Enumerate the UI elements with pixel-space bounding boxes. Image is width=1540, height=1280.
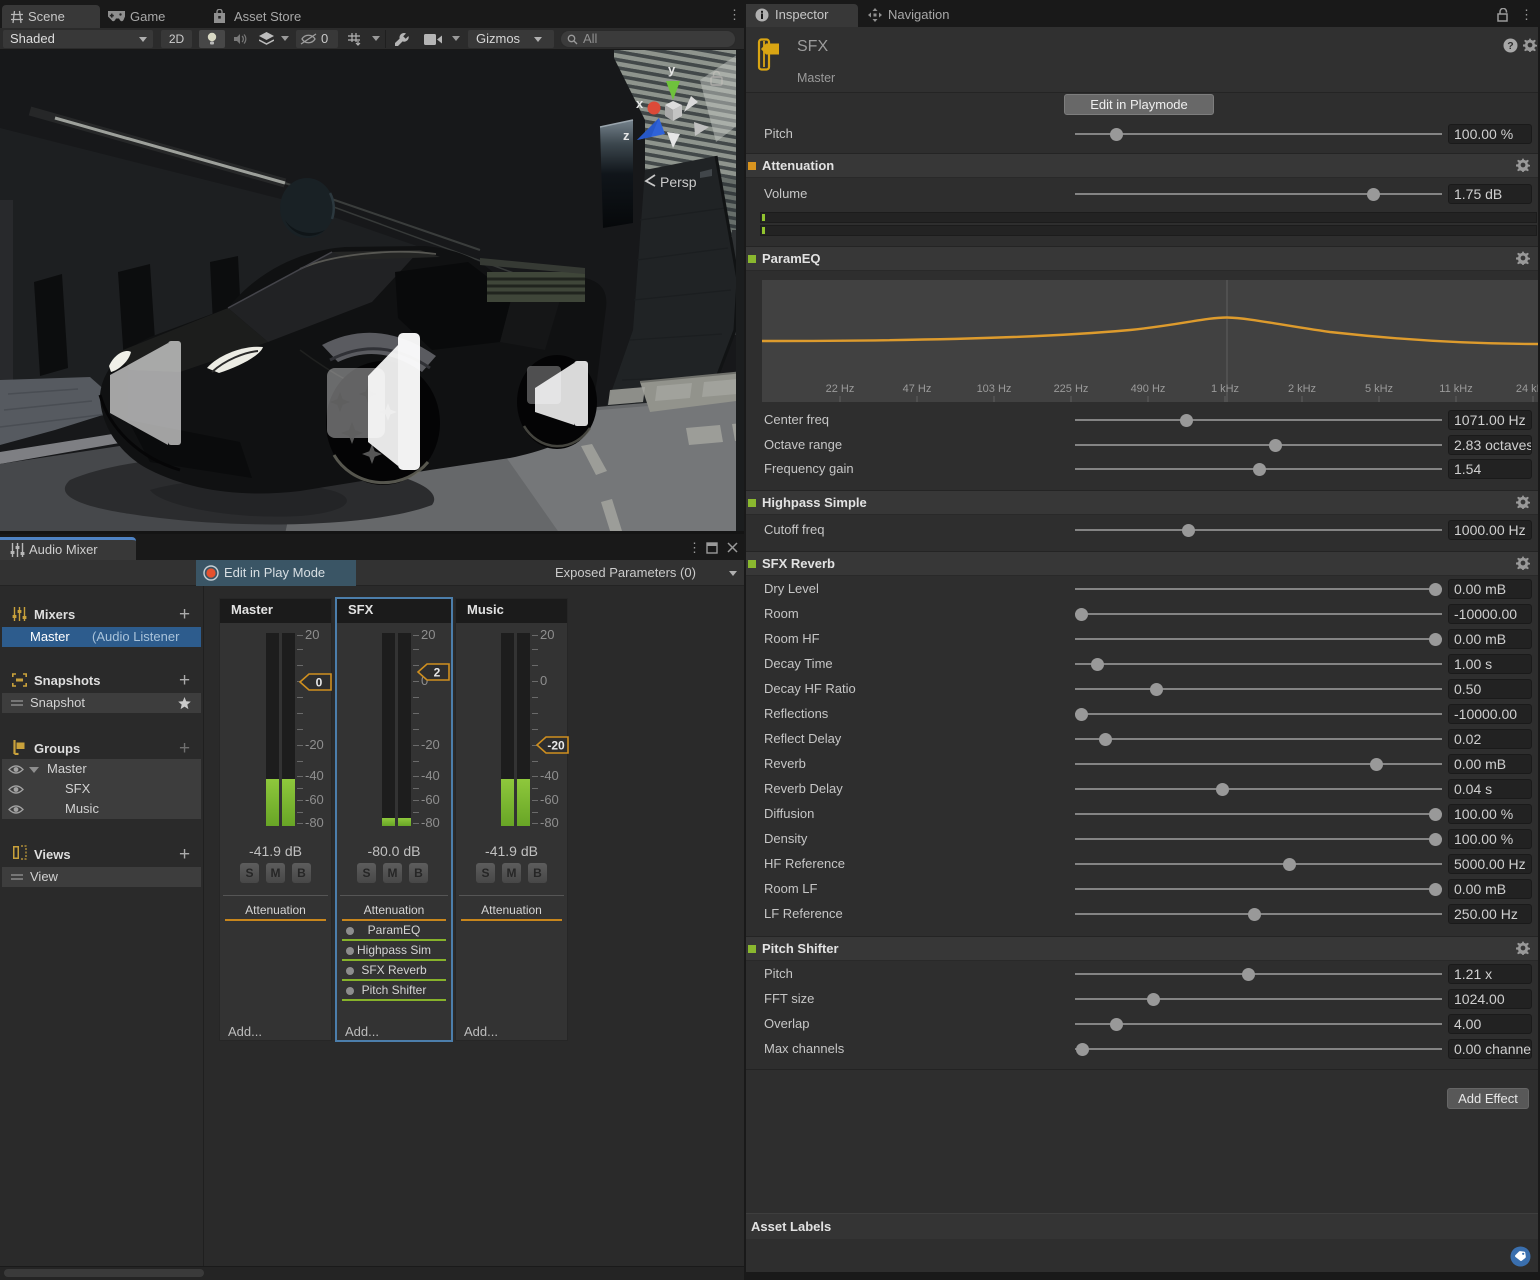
svg-text:22 Hz: 22 Hz (826, 383, 855, 395)
svg-text:103 Hz: 103 Hz (977, 383, 1012, 395)
svg-text:y: y (668, 62, 676, 77)
svg-text:2 kHz: 2 kHz (1288, 383, 1316, 395)
svg-text:?: ? (1507, 40, 1513, 52)
svg-text:47 Hz: 47 Hz (903, 383, 932, 395)
svg-text:1 kHz: 1 kHz (1211, 383, 1239, 395)
svg-text:0: 0 (316, 676, 323, 690)
svg-text:2: 2 (434, 666, 441, 680)
svg-text:225 Hz: 225 Hz (1054, 383, 1089, 395)
svg-text:z: z (623, 128, 630, 143)
svg-text:490 Hz: 490 Hz (1131, 383, 1166, 395)
svg-text:x: x (636, 96, 644, 111)
svg-text:5 kHz: 5 kHz (1365, 383, 1393, 395)
svg-text:11 kHz: 11 kHz (1439, 383, 1472, 395)
svg-text:-20: -20 (547, 739, 565, 753)
svg-text:Persp: Persp (660, 174, 697, 190)
svg-text:24 kHz: 24 kHz (1516, 383, 1538, 395)
